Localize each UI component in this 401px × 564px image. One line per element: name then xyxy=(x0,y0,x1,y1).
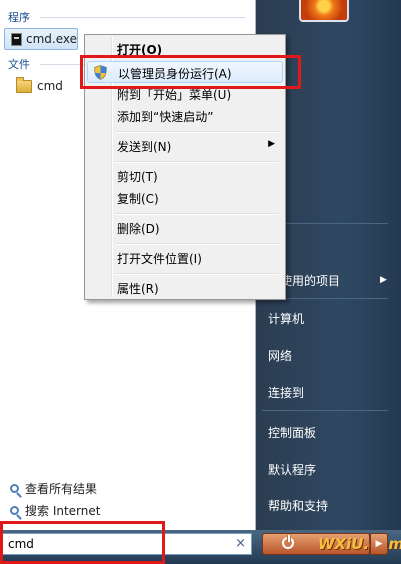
menu-separator xyxy=(115,213,279,215)
menu-item-label: 复制(C) xyxy=(117,192,159,206)
right-item-default-programs[interactable]: 默认程序 xyxy=(268,461,316,478)
cmd-console-icon xyxy=(11,32,22,46)
menu-item-copy[interactable]: 复制(C) xyxy=(87,187,283,209)
menu-item-add-to-quick-launch[interactable]: 添加到“快速启动” xyxy=(87,105,283,127)
shutdown-options-button[interactable]: ▶ xyxy=(370,533,388,555)
menu-separator xyxy=(115,273,279,275)
search-internet-label: 搜索 Internet xyxy=(25,504,101,518)
right-item-help-and-support[interactable]: 帮助和支持 xyxy=(268,497,328,514)
menu-item-label: 剪切(T) xyxy=(117,170,158,184)
menu-separator xyxy=(115,161,279,163)
menu-separator xyxy=(115,131,279,133)
menu-item-label: 删除(D) xyxy=(117,222,160,236)
menu-item-send-to[interactable]: 发送到(N) ▶ xyxy=(87,135,283,157)
user-picture[interactable] xyxy=(299,0,349,22)
watermark-logo: WXiU.com xyxy=(318,535,401,553)
right-item-control-panel[interactable]: 控制面板 xyxy=(268,424,316,441)
programs-header-divider xyxy=(40,17,245,18)
arrow-right-icon: ▶ xyxy=(375,539,383,549)
menu-item-open-file-location[interactable]: 打开文件位置(I) xyxy=(87,247,283,269)
menu-item-properties[interactable]: 属性(R) xyxy=(87,277,283,299)
run-as-admin-highlight xyxy=(80,55,301,89)
menu-item-label: 添加到“快速启动” xyxy=(117,110,214,124)
right-item-network[interactable]: 网络 xyxy=(268,347,292,364)
menu-item-label: 属性(R) xyxy=(117,282,159,296)
menu-item-delete[interactable]: 删除(D) xyxy=(87,217,283,239)
submenu-arrow-icon: ▶ xyxy=(268,139,275,149)
right-item-computer[interactable]: 计算机 xyxy=(268,310,304,327)
right-pane-divider xyxy=(262,410,388,411)
power-icon xyxy=(282,535,294,549)
files-header: 文件 xyxy=(8,58,30,71)
search-box-highlight xyxy=(0,521,165,564)
search-icon xyxy=(10,506,19,515)
search-internet-link[interactable]: 搜索 Internet xyxy=(10,502,100,519)
program-result-label: cmd.exe xyxy=(25,32,77,46)
recent-items-arrow-icon: ▶ xyxy=(380,275,387,285)
see-all-results-link[interactable]: 查看所有结果 xyxy=(10,480,97,497)
file-result-cmd[interactable]: cmd xyxy=(4,76,76,96)
clear-search-icon[interactable]: × xyxy=(235,536,246,551)
menu-item-label: 发送到(N) xyxy=(117,140,172,154)
menu-item-cut[interactable]: 剪切(T) xyxy=(87,165,283,187)
program-result-cmd[interactable]: cmd.exe xyxy=(4,28,78,50)
folder-icon xyxy=(16,76,32,93)
right-item-connect-to[interactable]: 连接到 xyxy=(268,384,304,401)
programs-header: 程序 xyxy=(8,11,30,24)
file-result-label: cmd xyxy=(37,79,63,93)
see-all-results-label: 查看所有结果 xyxy=(25,482,98,496)
menu-separator xyxy=(115,243,279,245)
search-icon xyxy=(10,484,19,493)
menu-item-label: 打开文件位置(I) xyxy=(117,252,202,266)
